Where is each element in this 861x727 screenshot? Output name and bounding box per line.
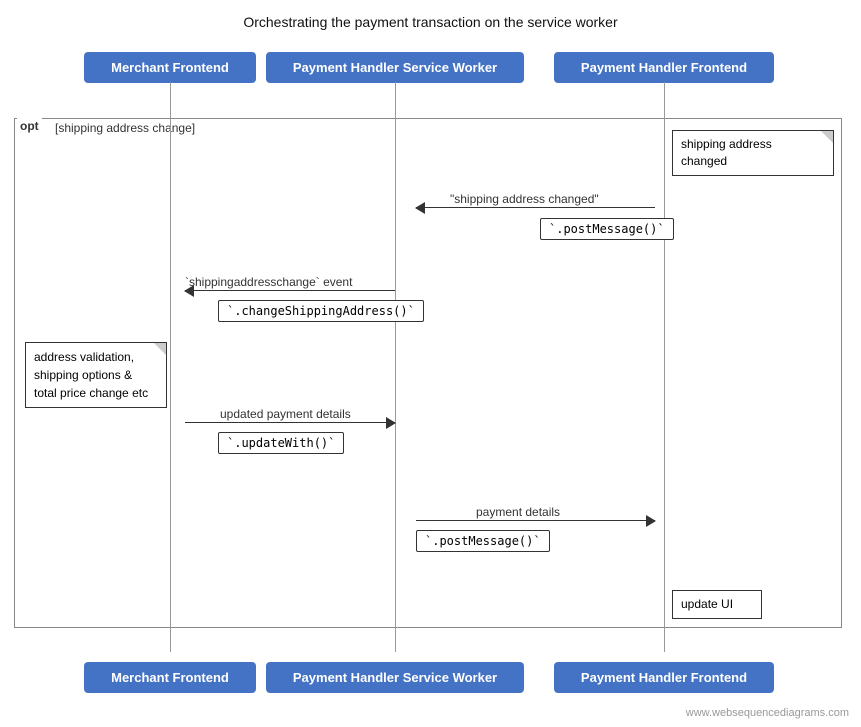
arrow-shipping-changed <box>416 207 655 208</box>
diagram-container: Orchestrating the payment transaction on… <box>0 0 861 727</box>
arrow-label-shippingaddresschange: `shippingaddresschange` event <box>185 275 352 289</box>
opt-label: opt <box>17 118 42 134</box>
lifeline-header-frontend-bottom: Payment Handler Frontend <box>554 662 774 693</box>
lifeline-line-merchant <box>170 82 171 652</box>
method-postmessage-1: `.postMessage()` <box>540 218 674 240</box>
arrow-updated-payment <box>185 422 395 423</box>
lifeline-header-sw-top: Payment Handler Service Worker <box>266 52 524 83</box>
method-postmessage-2: `.postMessage()` <box>416 530 550 552</box>
lifeline-header-sw-bottom: Payment Handler Service Worker <box>266 662 524 693</box>
arrow-label-updated-payment: updated payment details <box>220 407 351 421</box>
method-changeshipping: `.changeShippingAddress()` <box>218 300 424 322</box>
note-address-validation: address validation,shipping options &tot… <box>25 342 167 408</box>
arrow-label-payment-details: payment details <box>476 505 560 519</box>
lifeline-header-merchant-top: Merchant Frontend <box>84 52 256 83</box>
arrow-label-shipping-changed: "shipping address changed" <box>450 192 599 206</box>
lifeline-header-frontend-top: Payment Handler Frontend <box>554 52 774 83</box>
arrow-payment-details <box>416 520 655 521</box>
watermark: www.websequencediagrams.com <box>686 707 849 719</box>
note-shipping-changed: shipping address changed <box>672 130 834 176</box>
opt-condition: [shipping address change] <box>55 121 195 135</box>
diagram-title: Orchestrating the payment transaction on… <box>0 0 861 40</box>
arrow-shippingaddresschange <box>185 290 395 291</box>
method-updatewith: `.updateWith()` <box>218 432 344 454</box>
lifeline-header-merchant-bottom: Merchant Frontend <box>84 662 256 693</box>
lifeline-line-sw <box>395 82 396 652</box>
note-update-ui: update UI <box>672 590 762 619</box>
lifeline-line-frontend <box>664 82 665 652</box>
